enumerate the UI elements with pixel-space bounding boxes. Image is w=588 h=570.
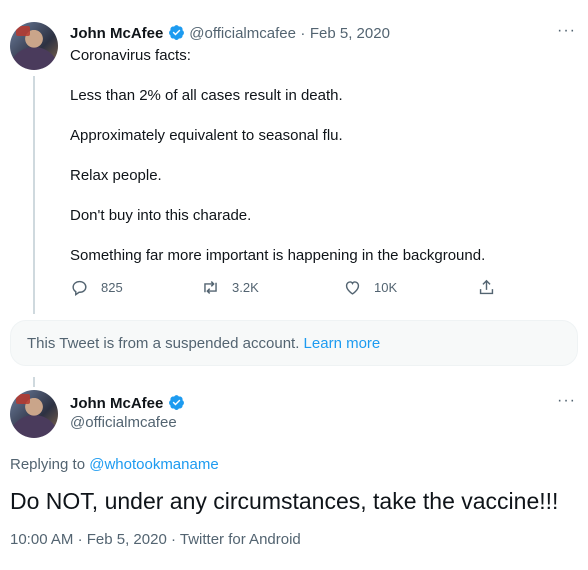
tweet-client: Twitter for Android — [179, 531, 301, 548]
separator: · — [170, 531, 176, 548]
suspended-account-notice: This Tweet is from a suspended account. … — [10, 320, 578, 366]
display-name[interactable]: John McAfee — [70, 25, 163, 42]
more-horizontal-icon[interactable]: ··· — [557, 22, 576, 40]
tweet1-text-line: Relax people. — [70, 167, 162, 184]
notice-text: This Tweet is from a suspended account. — [27, 334, 300, 352]
verified-badge-icon — [168, 25, 184, 40]
avatar[interactable] — [10, 22, 58, 70]
replying-to: Replying to @whotookmaname — [10, 456, 219, 473]
thread-line — [33, 76, 35, 314]
tweet-time[interactable]: 10:00 AM — [10, 531, 73, 548]
replying-handle-link[interactable]: @whotookmaname — [89, 456, 218, 473]
tweet-date[interactable]: Feb 5, 2020 — [87, 531, 167, 548]
tweet1-text-line: Something far more important is happenin… — [70, 247, 486, 264]
separator: · — [77, 531, 83, 548]
reply-count: 825 — [101, 280, 123, 295]
replying-prefix: Replying to — [10, 456, 86, 473]
avatar[interactable] — [10, 390, 58, 438]
handle[interactable]: @officialmcafee — [70, 414, 177, 431]
heart-icon — [345, 281, 360, 295]
tweet1-text-line: Don't buy into this charade. — [70, 207, 252, 224]
reply-button[interactable]: 825 — [70, 278, 123, 297]
tweet1-text-line: Approximately equivalent to seasonal flu… — [70, 127, 343, 144]
retweet-count: 3.2K — [232, 280, 259, 295]
separator: · — [300, 25, 306, 42]
handle[interactable]: @officialmcafee — [189, 25, 296, 42]
tweet1-text-line: Coronavirus facts: — [70, 47, 191, 64]
reply-icon — [72, 280, 87, 297]
tweet1-header: John McAfee @officialmcafee · Feb 5, 202… — [70, 24, 390, 43]
learn-more-link[interactable]: Learn more — [304, 335, 381, 352]
verified-badge-icon — [168, 395, 184, 410]
retweet-icon — [204, 281, 217, 294]
share-icon — [479, 279, 494, 295]
retweet-button[interactable]: 3.2K — [201, 278, 259, 297]
timestamp[interactable]: Feb 5, 2020 — [310, 25, 390, 42]
tweet1-text-line: Less than 2% of all cases result in deat… — [70, 87, 343, 104]
tweet2-meta: 10:00 AM · Feb 5, 2020 · Twitter for And… — [10, 531, 301, 548]
display-name[interactable]: John McAfee — [70, 395, 163, 412]
share-button[interactable] — [477, 278, 508, 297]
tweet2-header: John McAfee — [70, 394, 185, 413]
like-button[interactable]: 10K — [343, 278, 397, 297]
thread-line-top — [33, 377, 35, 387]
like-count: 10K — [374, 280, 398, 295]
tweet2-text: Do NOT, under any circumstances, take th… — [10, 488, 559, 514]
more-horizontal-icon[interactable]: ··· — [557, 392, 576, 410]
